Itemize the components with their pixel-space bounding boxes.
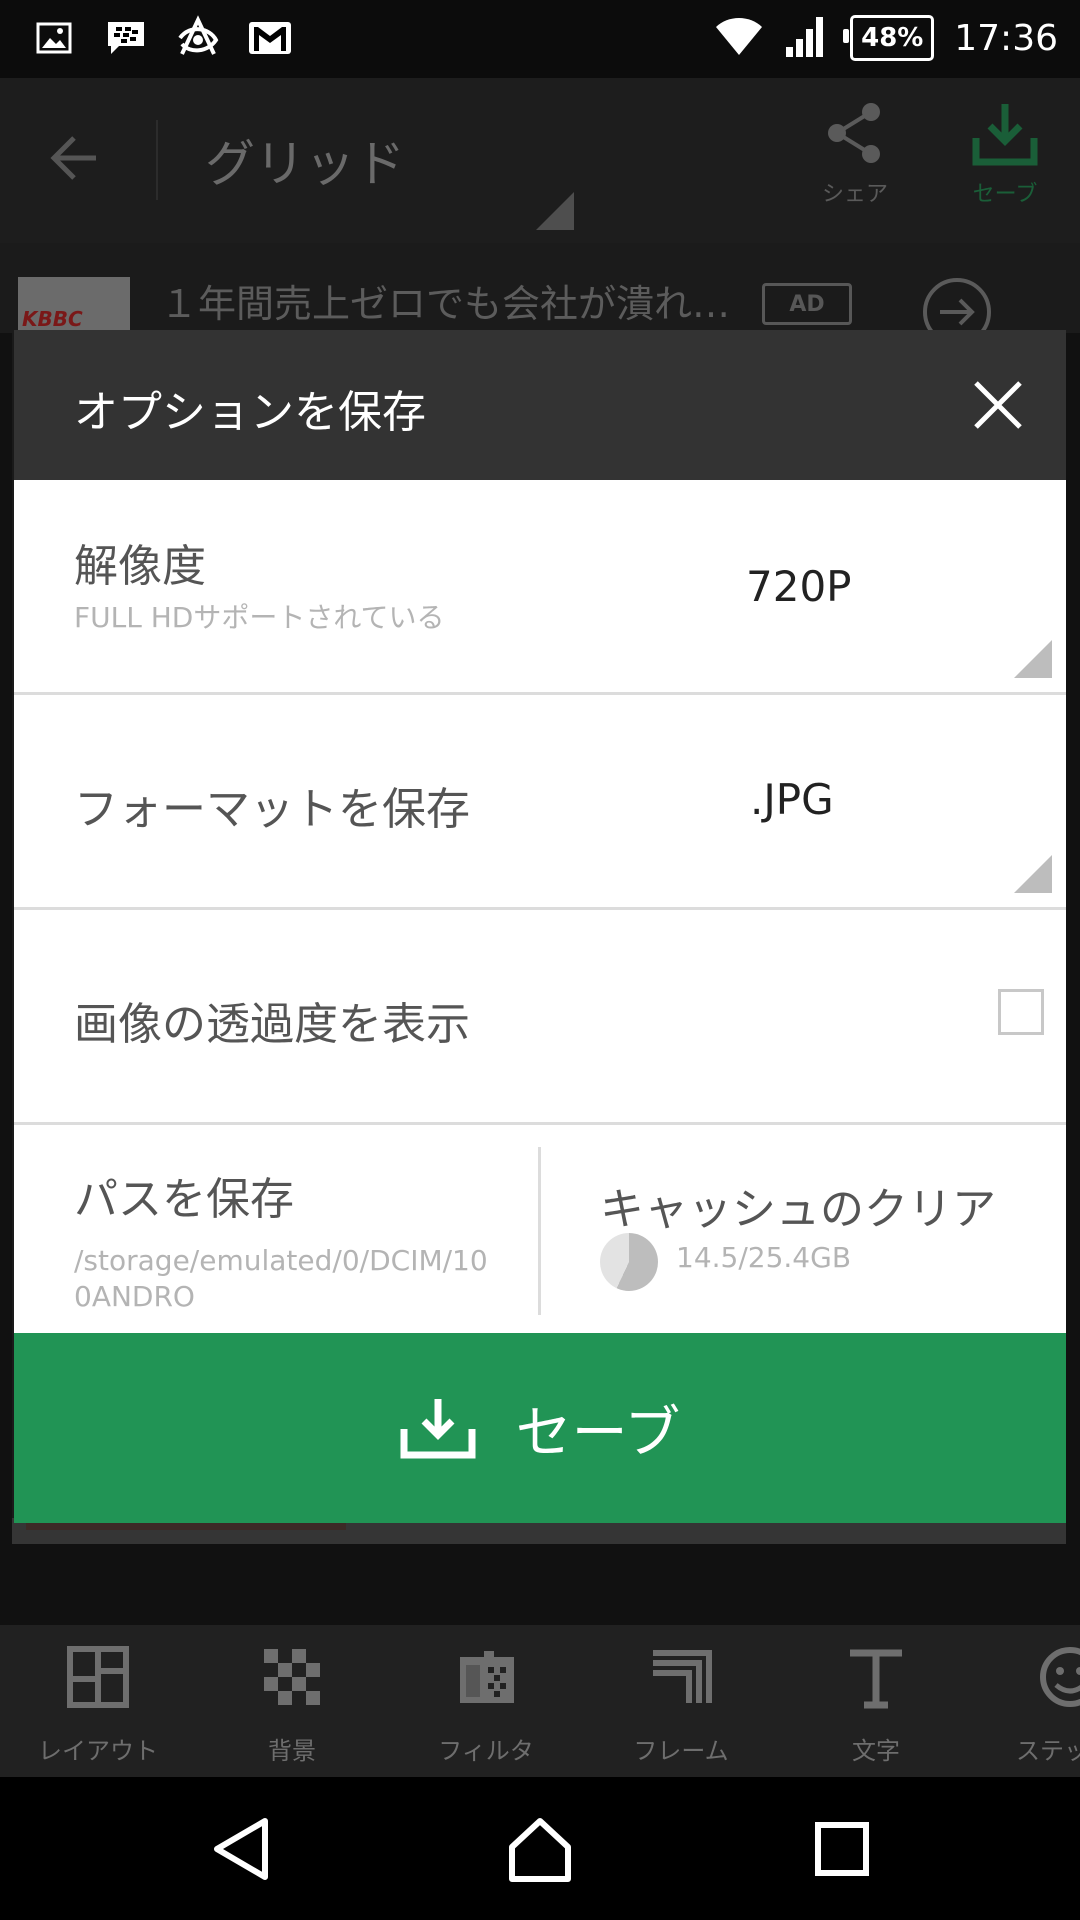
save-path-value: /storage/emulated/0/DCIM/100ANDRO [74,1244,488,1313]
resolution-select[interactable]: 720P [746,562,852,611]
format-select[interactable]: .JPG [750,775,834,824]
tool-text[interactable]: 文字 [796,1645,956,1766]
tool-label: フィルタ [438,1737,534,1765]
dialog-title: オプションを保存 [74,387,426,438]
text-icon [850,1649,902,1709]
status-bar: 48% 17:36 [0,0,1080,78]
layout-dropdown[interactable]: グリッド [205,124,405,196]
storage-usage: 14.5/25.4GB [676,1241,852,1274]
battery-level: 48% [861,23,924,53]
filter-icon [460,1651,514,1703]
dialog-header: オプションを保存 [14,330,1066,480]
tool-frame[interactable]: フレーム [601,1645,761,1766]
ad-thumbnail: KBBC [18,277,130,333]
system-navigation-bar [0,1777,1080,1920]
dropdown-corner-icon [536,192,574,230]
battery-indicator: 48% [843,15,935,61]
tool-background[interactable]: 背景 [212,1645,372,1766]
nav-back-icon[interactable] [205,1813,277,1885]
share-button[interactable]: シェア [805,100,905,208]
tool-sticker[interactable]: ステッ [990,1645,1080,1766]
resolution-row[interactable]: 解像度 FULL HDサポートされている 720P [14,480,1066,695]
storage-pie-icon [600,1233,658,1291]
ad-badge: AD [762,283,852,325]
save-options-dialog: オプションを保存 解像度 FULL HDサポートされている 720P フォーマッ… [14,330,1066,1523]
cell-signal-icon [784,13,830,63]
app-notification-icon [174,14,222,62]
tool-label: 文字 [852,1737,900,1765]
format-label: フォーマットを保存 [74,784,470,835]
split-divider [538,1147,541,1315]
back-arrow-icon[interactable] [46,130,102,186]
download-icon [972,104,1038,166]
save-path-label[interactable]: パスを保存 [74,1163,294,1227]
wifi-icon [714,15,764,61]
sticker-icon [1040,1647,1080,1707]
download-icon [400,1399,476,1459]
transparency-label: 画像の透過度を表示 [74,999,470,1050]
editor-toolbar: レイアウト 背景 フィルタ フレーム 文字 ステッ [0,1625,1080,1777]
resolution-dropdown-corner-icon [1014,640,1052,678]
format-row[interactable]: フォーマットを保存 .JPG [14,695,1066,910]
tool-label: ステッ [1016,1737,1080,1765]
format-dropdown-corner-icon [1014,855,1052,893]
share-icon [828,103,880,163]
save-top-button[interactable]: セーブ [955,100,1055,208]
tool-layout[interactable]: レイアウト [18,1645,178,1766]
app-bar: グリッド シェア セーブ [0,78,1080,243]
save-button[interactable]: セーブ [14,1333,1066,1523]
ad-banner[interactable]: KBBC １年間売上ゼロでも会社が潰れ… AD [0,243,1080,346]
tool-label: レイアウト [38,1737,158,1765]
ad-thumb-logo: KBBC [22,307,83,331]
clock: 17:36 [954,17,1058,59]
resolution-label: 解像度 [74,541,206,592]
nav-home-icon[interactable] [504,1813,576,1885]
image-notification-icon [30,14,78,62]
resolution-sublabel: FULL HDサポートされている [74,601,445,634]
transparency-checkbox[interactable] [998,989,1044,1035]
frame-icon [653,1650,712,1703]
clear-cache-label[interactable]: キャッシュのクリア [600,1173,996,1237]
checkerboard-icon [264,1649,320,1705]
tool-filter[interactable]: フィルタ [406,1645,566,1766]
path-cache-row: パスを保存 /storage/emulated/0/DCIM/100ANDRO … [14,1125,1066,1335]
tool-label: 背景 [268,1737,316,1765]
close-icon[interactable] [968,375,1028,435]
blackberry-messenger-icon [102,14,150,62]
tool-label: フレーム [633,1737,729,1765]
layout-icon [67,1646,129,1708]
nav-recents-icon[interactable] [806,1813,878,1885]
save-button-label: セーブ [515,1400,681,1466]
appbar-divider [156,120,158,200]
share-label: シェア [821,182,888,207]
transparency-row[interactable]: 画像の透過度を表示 [14,910,1066,1125]
save-top-label: セーブ [972,182,1038,207]
ad-text: １年間売上ゼロでも会社が潰れ… [160,282,731,326]
gmail-icon [246,14,294,62]
